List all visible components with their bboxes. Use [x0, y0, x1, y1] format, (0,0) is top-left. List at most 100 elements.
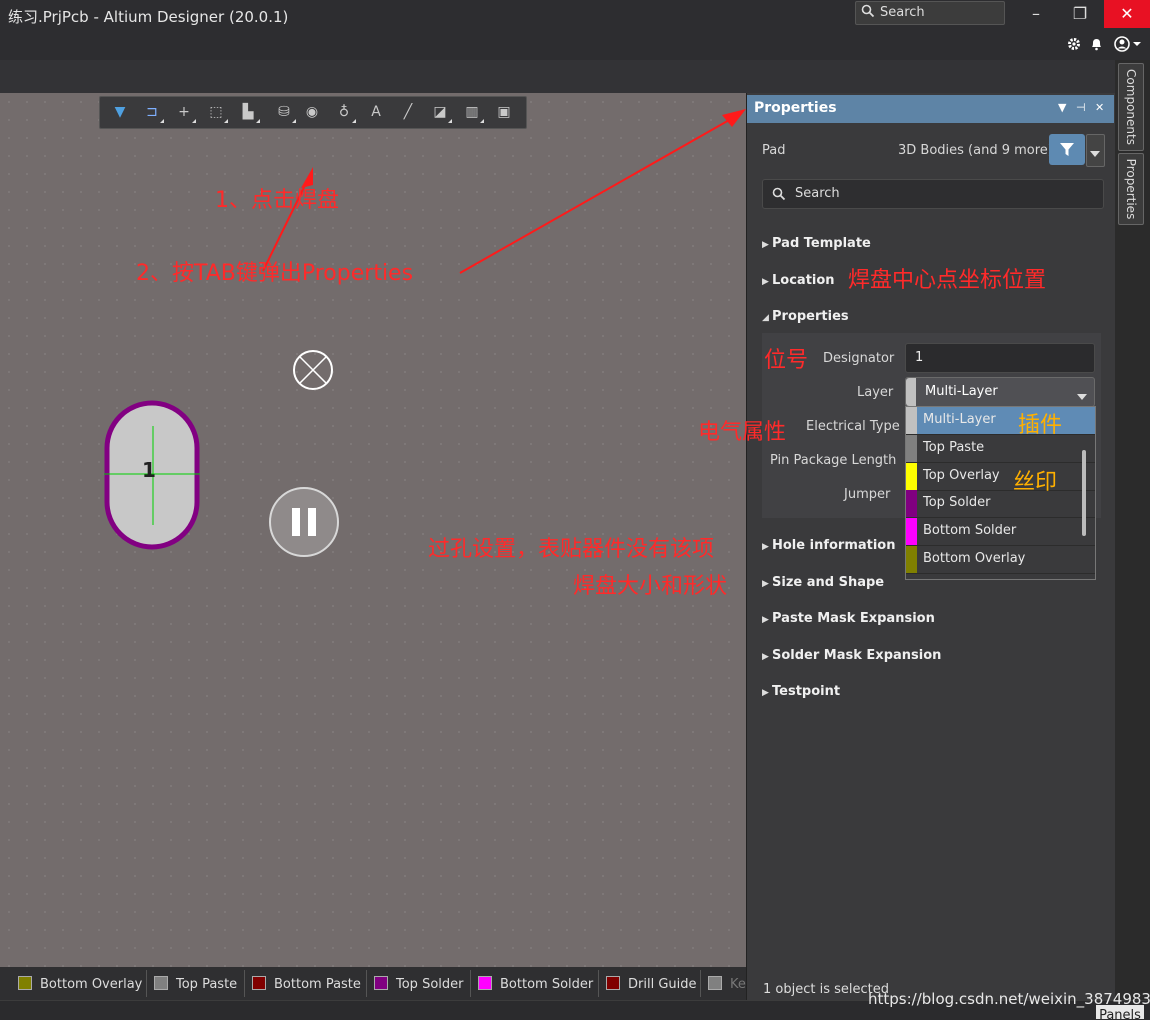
panel-close-icon[interactable]: ✕: [1095, 101, 1104, 114]
close-button[interactable]: ✕: [1104, 0, 1150, 28]
pause-button[interactable]: [269, 487, 339, 557]
jumper-label: Jumper: [844, 487, 891, 502]
chevron-right-icon: ▶: [762, 688, 769, 698]
pin-package-length-label: Pin Package Length: [770, 453, 897, 468]
side-tab-strip: Components Properties: [1115, 60, 1150, 1000]
document-tab-bar: [0, 60, 1115, 93]
layer-option-label: Multi-Layer: [923, 412, 996, 427]
layer-color-swatch: [606, 976, 620, 990]
layer-tab-label: Bottom Overlay: [40, 977, 143, 992]
layer-tab-label: Ke: [730, 977, 746, 992]
layer-option-label: Top Solder: [923, 495, 991, 511]
section-hole-information[interactable]: ▶ Hole information: [762, 538, 896, 553]
bell-icon[interactable]: [1090, 37, 1103, 55]
layer-color-swatch: [906, 462, 917, 490]
properties-panel-header: Properties ▼ ⊣ ✕: [747, 95, 1114, 123]
filter-dropdown-button[interactable]: [1086, 134, 1105, 167]
layer-option[interactable]: Top Solder: [906, 490, 1095, 519]
layer-option[interactable]: Bottom Solder: [906, 518, 1095, 547]
tab-separator: [366, 970, 367, 997]
annotation-hole: 过孔设置，表贴器件没有该项: [428, 537, 715, 562]
annotation-electrical: 电气属性: [698, 420, 787, 445]
layer-color-swatch: [906, 518, 917, 546]
chevron-down-icon: ◢: [762, 313, 769, 323]
layer-select[interactable]: Multi-Layer: [905, 377, 1095, 407]
search-icon: [772, 187, 786, 205]
tab-separator: [598, 970, 599, 997]
layer-option[interactable]: Bottom Overlay: [906, 546, 1095, 574]
minimize-button[interactable]: –: [1014, 0, 1058, 28]
panel-menu-icon[interactable]: ▼: [1058, 101, 1066, 114]
layer-option-label: Top Paste: [923, 439, 985, 455]
section-properties[interactable]: ◢ Properties: [762, 309, 849, 324]
tab-properties[interactable]: Properties: [1118, 153, 1144, 225]
chevron-right-icon: ▶: [762, 277, 769, 287]
layer-label: Layer: [857, 385, 894, 400]
chevron-right-icon: ▶: [762, 579, 769, 589]
layer-option-label: Top Overlay: [923, 467, 1000, 483]
layer-tab[interactable]: Top Solder: [374, 976, 463, 998]
layer-tab-label: Bottom Paste: [274, 977, 361, 992]
designator-value: 1: [915, 350, 924, 365]
annotation-designator: 位号: [764, 348, 809, 373]
tab-separator: [146, 970, 147, 997]
chevron-down-icon: [1090, 146, 1100, 161]
layer-option-label: Bottom Overlay: [923, 551, 1026, 566]
layer-color-swatch: [906, 546, 917, 573]
layer-tab[interactable]: Top Paste: [154, 976, 237, 998]
panel-pin-icon[interactable]: ⊣: [1076, 101, 1086, 114]
gear-icon[interactable]: [1067, 37, 1081, 55]
layer-tab-label: Bottom Solder: [500, 977, 594, 992]
layer-color-swatch: [18, 976, 32, 990]
layer-tab[interactable]: Drill Guide: [606, 976, 697, 998]
layer-tab[interactable]: Bottom Paste: [252, 976, 361, 998]
layer-tab-label: Top Paste: [176, 977, 238, 992]
global-search-input[interactable]: Search: [855, 1, 1005, 25]
menu-bar: [0, 30, 1150, 60]
layer-tab-label: Drill Guide: [628, 977, 697, 992]
origin-marker-icon: [293, 350, 333, 390]
section-paste-mask-expansion[interactable]: ▶ Paste Mask Expansion: [762, 611, 935, 626]
layer-option[interactable]: Top Overlay: [906, 462, 1095, 491]
layer-tab[interactable]: Bottom Overlay: [18, 976, 142, 998]
layer-color-swatch: [478, 976, 492, 990]
tab-separator: [470, 970, 471, 997]
section-size-and-shape[interactable]: ▶ Size and Shape: [762, 575, 884, 590]
designator-input[interactable]: 1: [905, 343, 1095, 373]
restore-button[interactable]: ❐: [1058, 0, 1102, 28]
panel-search-placeholder: Search: [795, 186, 840, 201]
filter-summary[interactable]: 3D Bodies (and 9 more): [898, 143, 1053, 158]
tab-separator: [244, 970, 245, 997]
canvas-objects: [104, 109, 746, 557]
layer-color-swatch: [906, 407, 917, 434]
layer-option[interactable]: Multi-Layer: [906, 407, 1095, 435]
panel-search-input[interactable]: Search: [762, 179, 1104, 209]
tab-components[interactable]: Components: [1118, 63, 1144, 151]
panels-button[interactable]: Panels: [1096, 1005, 1144, 1019]
layer-tab[interactable]: Ke: [708, 976, 746, 998]
object-type-label: Pad: [762, 143, 786, 158]
layer-color-swatch: [154, 976, 168, 990]
annotation-location: 焊盘中心点坐标位置: [848, 268, 1047, 293]
dropdown-scrollbar[interactable]: [1082, 450, 1086, 536]
window-title: 练习.PrjPcb - Altium Designer (20.0.1): [8, 8, 289, 26]
section-pad-template[interactable]: ▶ Pad Template: [762, 236, 871, 251]
chevron-right-icon: ▶: [762, 652, 769, 662]
electrical-type-label: Electrical Type: [806, 419, 900, 434]
chevron-right-icon: ▶: [762, 542, 769, 552]
layer-option[interactable]: Top Paste: [906, 434, 1095, 463]
section-solder-mask-expansion[interactable]: ▶ Solder Mask Expansion: [762, 648, 941, 663]
search-icon: [861, 4, 875, 22]
annotation-overlay: 丝印: [1013, 470, 1058, 495]
section-location[interactable]: ▶ Location: [762, 273, 835, 288]
section-testpoint[interactable]: ▶ Testpoint: [762, 684, 840, 699]
annotation-step2: 2、按TAB键弹出Properties: [136, 261, 414, 286]
layer-tab-label: Top Solder: [396, 977, 464, 992]
layer-tab[interactable]: Bottom Solder: [478, 976, 593, 998]
annotation-multilayer: 插件: [1018, 413, 1063, 438]
designator-label: Designator: [823, 351, 895, 366]
user-icon[interactable]: [1114, 36, 1144, 56]
layer-color-swatch: [374, 976, 388, 990]
filter-button[interactable]: [1049, 134, 1085, 165]
layer-color-swatch: [906, 490, 917, 518]
